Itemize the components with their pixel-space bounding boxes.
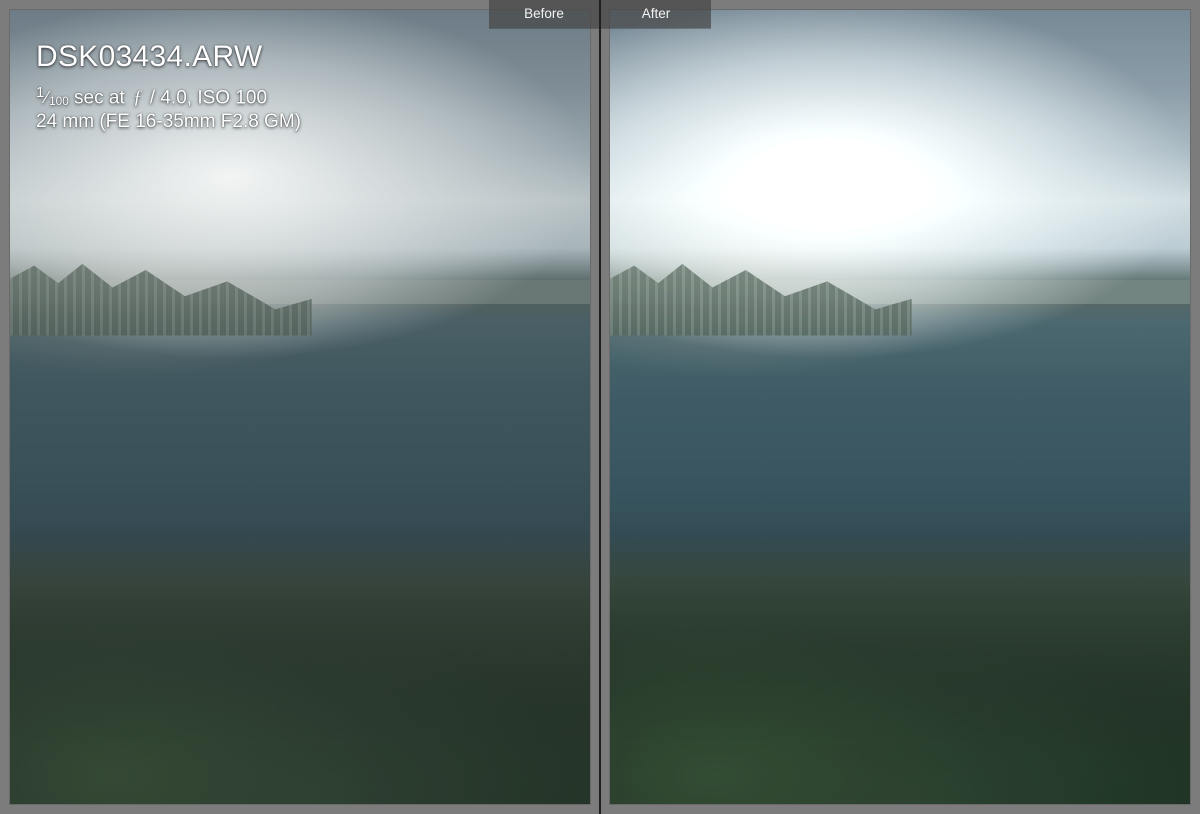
- before-tag[interactable]: Before: [489, 0, 599, 28]
- town-shape: [10, 248, 312, 335]
- filename-label: DSK03434.ARW: [36, 38, 301, 76]
- iso-value: 100: [235, 87, 267, 108]
- f-sep: /: [145, 87, 161, 108]
- lens-line: 24 mm (FE 16-35mm F2.8 GM): [36, 110, 301, 134]
- iso-prefix: , ISO: [187, 87, 236, 108]
- aperture-value: 4.0: [160, 87, 186, 108]
- after-panel[interactable]: [610, 10, 1190, 804]
- photo-info-overlay: DSK03434.ARW 1⁄100 sec at ƒ / 4.0, ISO 1…: [36, 38, 301, 134]
- foliage-shape: [10, 518, 590, 804]
- after-tag[interactable]: After: [601, 0, 711, 28]
- shutter-denominator: 100: [49, 95, 69, 108]
- before-panel[interactable]: DSK03434.ARW 1⁄100 sec at ƒ / 4.0, ISO 1…: [10, 10, 590, 804]
- after-photo: [610, 10, 1190, 804]
- compare-divider[interactable]: [599, 0, 601, 814]
- foliage-shape: [610, 518, 1190, 804]
- compare-canvas: DSK03434.ARW 1⁄100 sec at ƒ / 4.0, ISO 1…: [0, 0, 1200, 814]
- exposure-sec: sec at: [69, 87, 130, 108]
- town-shape: [610, 248, 912, 335]
- shutter-numerator: 1: [36, 85, 44, 101]
- exposure-line: 1⁄100 sec at ƒ / 4.0, ISO 100: [36, 84, 301, 110]
- f-glyph: ƒ: [130, 87, 145, 108]
